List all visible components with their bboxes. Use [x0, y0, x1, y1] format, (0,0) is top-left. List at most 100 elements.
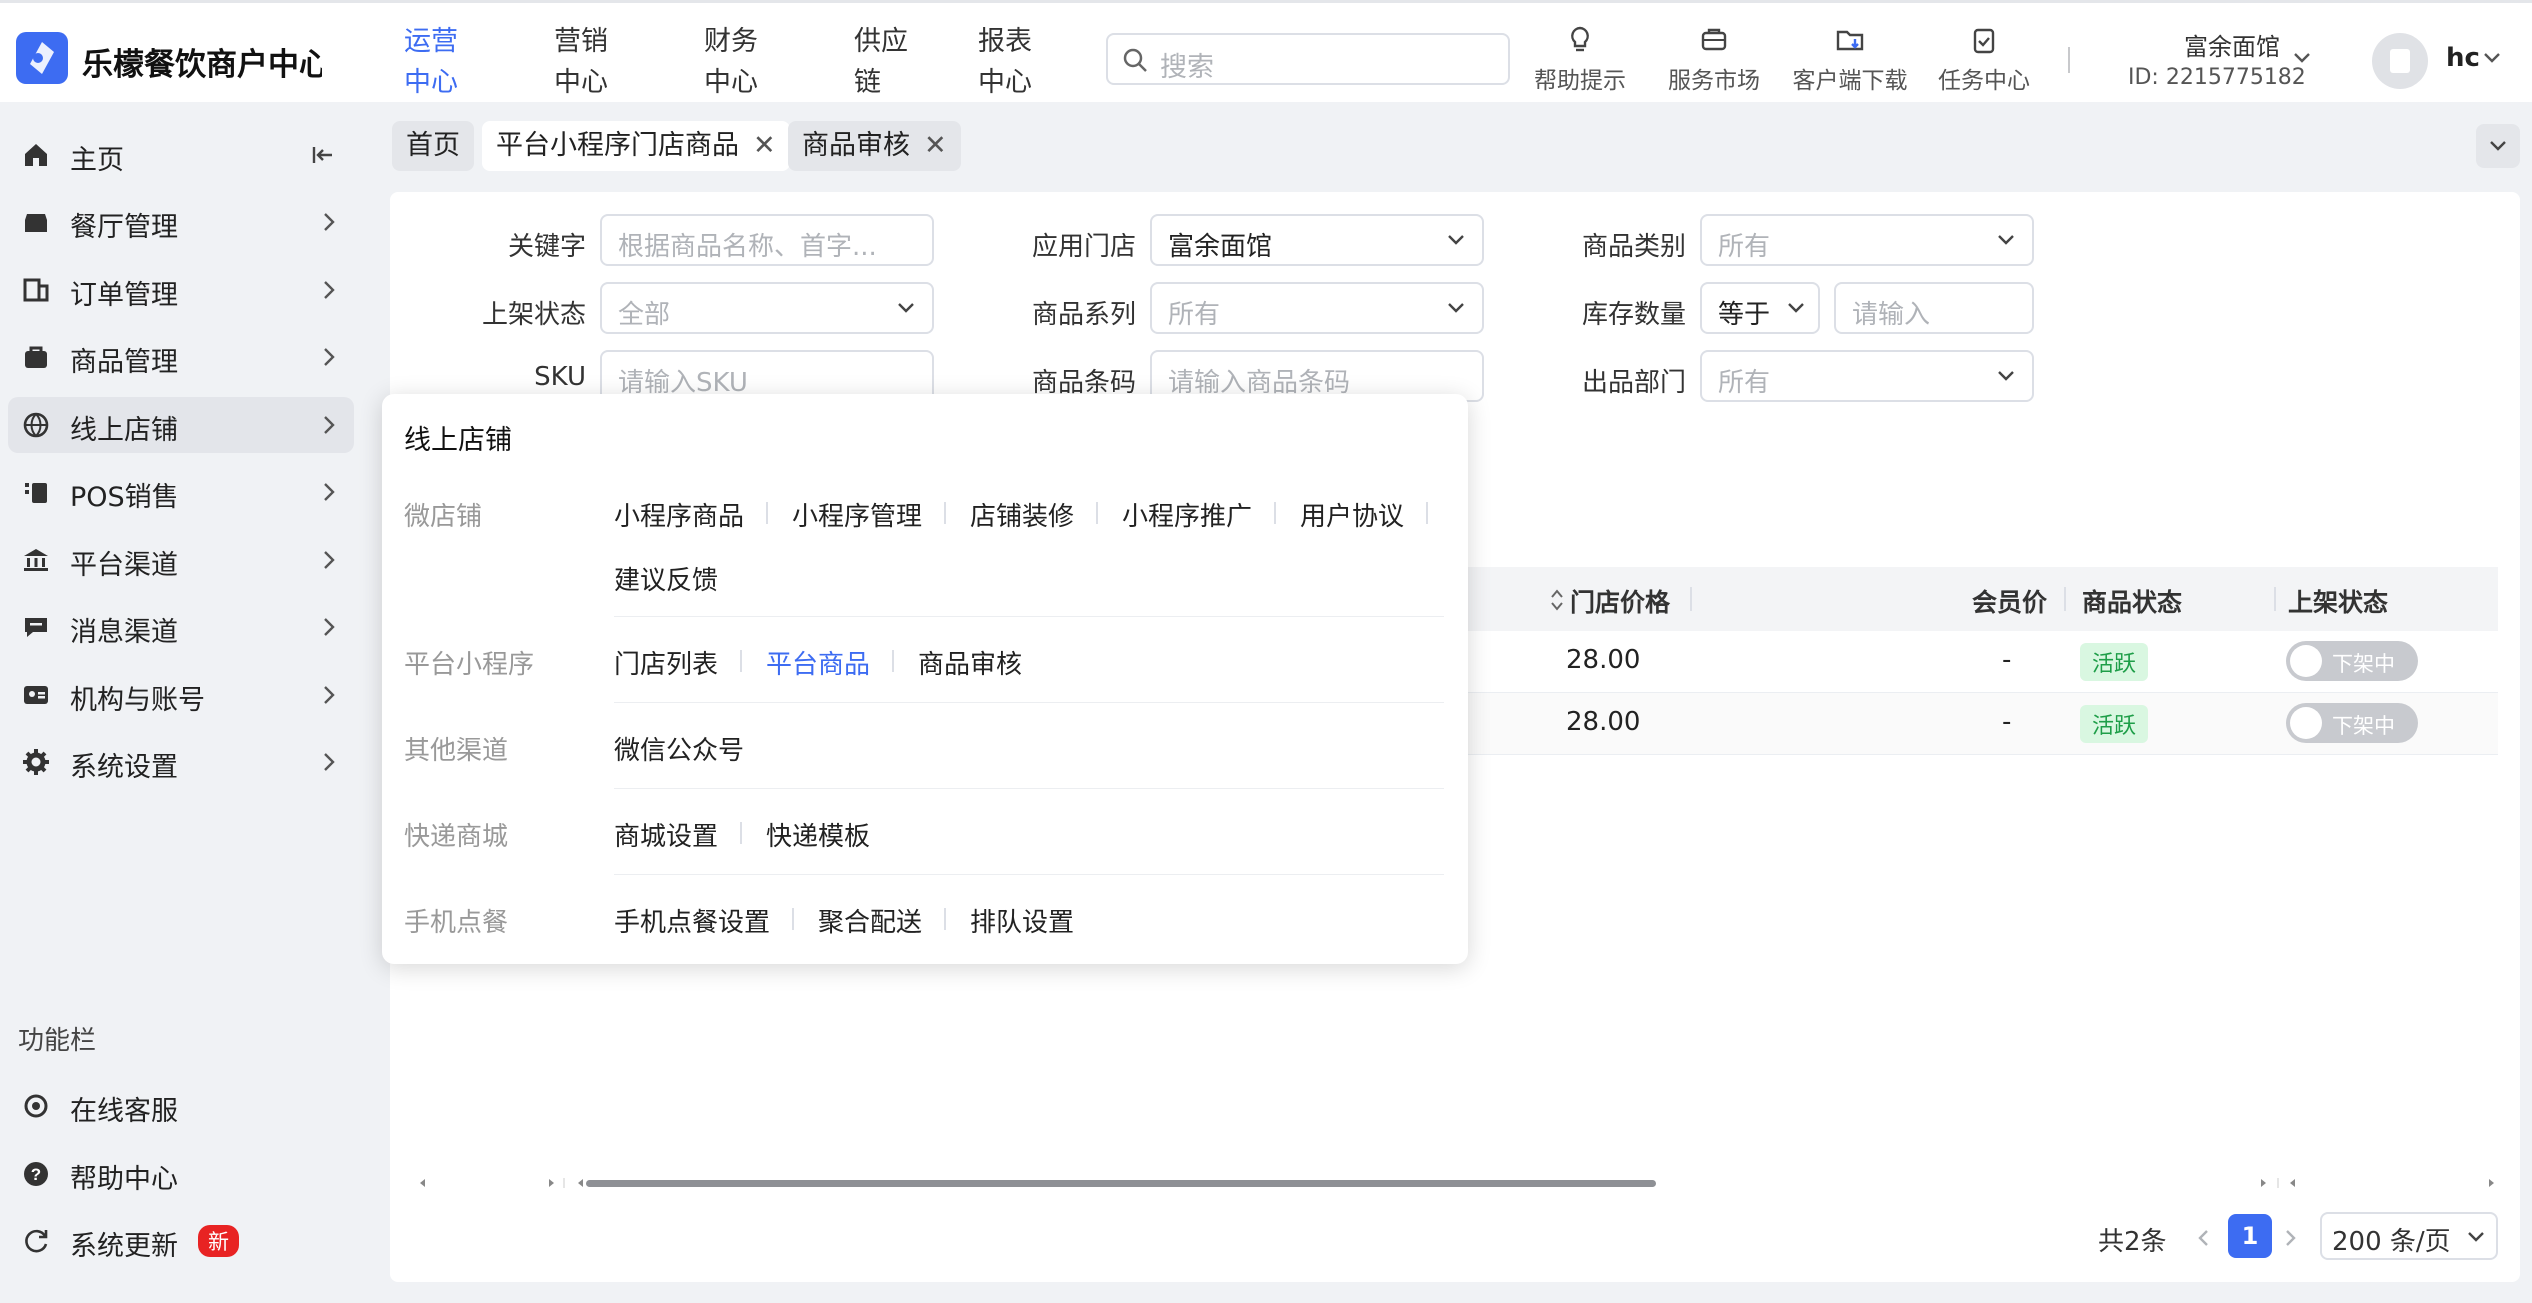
topnav-reports[interactable]: 报表中心: [978, 21, 1058, 103]
flyout-title: 线上店铺: [404, 425, 512, 456]
sidebar-item-online-store[interactable]: 线上店铺: [8, 397, 354, 453]
col-store-price[interactable]: 门店价格: [1570, 583, 1670, 619]
prev-page-icon[interactable]: [2196, 1228, 2210, 1248]
menu-item-feedback[interactable]: 建议反馈: [614, 560, 718, 597]
menu-item-wechat-official[interactable]: 微信公众号: [614, 730, 744, 767]
task-center-button[interactable]: 任务中心: [1934, 25, 2034, 95]
toggle-label: 下架中: [2332, 652, 2395, 676]
page-size-select[interactable]: 200 条/页: [2320, 1212, 2498, 1260]
search-icon: [1122, 47, 1148, 73]
client-download-button[interactable]: 客户端下载: [1788, 25, 1912, 95]
dept-placeholder: 所有: [1718, 368, 1771, 398]
keyword-input[interactable]: 根据商品名称、首字...: [600, 214, 934, 266]
topnav-finance[interactable]: 财务中心: [704, 21, 784, 103]
topnav-operations[interactable]: 运营中心: [404, 21, 484, 103]
toggle-label: 下架中: [2332, 714, 2395, 738]
menu-item-user-agreement[interactable]: 用户协议: [1300, 496, 1404, 533]
sidebar-item-label: 餐厅管理: [70, 212, 178, 243]
clipboard-icon: [1934, 25, 2034, 55]
page-size-value: 200 条/页: [2332, 1227, 2451, 1257]
help-tips-button[interactable]: 帮助提示: [1530, 25, 1630, 95]
tab-product-review[interactable]: 商品审核 ✕: [788, 121, 961, 171]
sidebar-item-settings[interactable]: 系统设置: [8, 734, 354, 790]
chevron-down-icon[interactable]: [2292, 51, 2312, 65]
divider: [614, 616, 1444, 617]
collapse-icon[interactable]: [310, 143, 336, 167]
col-member-price: 会员价: [1972, 588, 2048, 617]
stock-quantity-placeholder: 请输入: [1852, 300, 1931, 330]
menu-item-platform-products[interactable]: 平台商品: [766, 644, 870, 681]
logo-icon: [16, 32, 68, 84]
shelf-status-select[interactable]: 全部: [600, 282, 934, 334]
sidebar-item-restaurant[interactable]: 餐厅管理: [8, 194, 354, 250]
new-badge: 新: [198, 1225, 239, 1257]
sort-icon[interactable]: [1550, 587, 1564, 613]
topnav-marketing[interactable]: 营销中心: [554, 21, 634, 103]
menu-item-mall-settings[interactable]: 商城设置: [614, 816, 718, 853]
menu-item-store-list[interactable]: 门店列表: [614, 644, 718, 681]
col-product-status: 商品状态: [2082, 588, 2183, 617]
sidebar-item-orders[interactable]: 订单管理: [8, 262, 354, 318]
scrollbar-thumb[interactable]: [586, 1180, 1656, 1187]
sidebar-item-home[interactable]: 主页: [8, 127, 354, 183]
search-input[interactable]: 搜索: [1106, 33, 1510, 85]
category-select[interactable]: 所有: [1700, 214, 2034, 266]
member-price-cell: -: [2002, 645, 2012, 675]
keyword-placeholder: 根据商品名称、首字...: [618, 232, 877, 262]
sidebar-item-online-service[interactable]: 在线客服: [8, 1078, 354, 1134]
menu-item-miniprogram-promotion[interactable]: 小程序推广: [1122, 496, 1252, 533]
stock-quantity-input[interactable]: 请输入: [1834, 282, 2034, 334]
menu-item-queue-settings[interactable]: 排队设置: [970, 902, 1074, 939]
group-express-mall: 快递商城: [404, 822, 509, 852]
chevron-down-icon: [1786, 301, 1806, 315]
client-download-label: 客户端下载: [1792, 68, 1908, 94]
app-title: 乐檬餐饮商户中心: [82, 47, 322, 83]
service-market-button[interactable]: 服务市场: [1664, 25, 1764, 95]
next-page-icon[interactable]: [2284, 1228, 2298, 1248]
close-icon[interactable]: ✕: [753, 130, 776, 161]
tab-platform-products[interactable]: 平台小程序门店商品 ✕: [482, 121, 790, 171]
shelf-toggle[interactable]: 下架中: [2286, 703, 2418, 743]
tab-home[interactable]: 首页: [392, 121, 474, 171]
id-card-icon: [22, 681, 50, 709]
store-name[interactable]: 富余面馆: [2184, 27, 2280, 62]
category-label: 商品类别: [1581, 232, 1686, 262]
order-icon: [22, 276, 50, 304]
restaurant-icon: [22, 208, 50, 236]
keyword-label: 关键字: [507, 232, 586, 262]
avatar[interactable]: [2372, 33, 2428, 89]
sidebar-item-label: 帮助中心: [70, 1164, 178, 1195]
user-name[interactable]: hc: [2446, 43, 2480, 73]
product-icon: [22, 343, 50, 371]
close-icon[interactable]: ✕: [924, 130, 947, 161]
menu-item-miniprogram-products[interactable]: 小程序商品: [614, 496, 744, 533]
shelf-toggle[interactable]: 下架中: [2286, 641, 2418, 681]
function-bar-title: 功能栏: [18, 1026, 97, 1056]
menu-item-aggregated-delivery[interactable]: 聚合配送: [818, 902, 922, 939]
sidebar-item-help-center[interactable]: ? 帮助中心: [8, 1146, 354, 1202]
menu-item-miniprogram-manage[interactable]: 小程序管理: [792, 496, 922, 533]
sidebar-item-message[interactable]: 消息渠道: [8, 599, 354, 655]
store-select-value: 富余面馆: [1168, 232, 1273, 262]
sidebar-item-label: 系统设置: [70, 752, 178, 783]
refresh-icon: [22, 1227, 50, 1255]
sidebar-item-system-update[interactable]: 系统更新 新: [8, 1213, 354, 1269]
tabs-menu-button[interactable]: [2476, 124, 2520, 168]
dept-select[interactable]: 所有: [1700, 350, 2034, 402]
menu-item-product-review[interactable]: 商品审核: [918, 644, 1022, 681]
store-select[interactable]: 富余面馆: [1150, 214, 1484, 266]
chevron-down-icon[interactable]: [2482, 51, 2502, 65]
menu-item-express-template[interactable]: 快递模板: [766, 816, 870, 853]
topnav-supply-chain[interactable]: 供应链: [854, 21, 912, 103]
sidebar-item-platform[interactable]: 平台渠道: [8, 532, 354, 588]
separator: [1096, 502, 1098, 524]
chevron-right-icon: [322, 210, 336, 234]
stock-operator-select[interactable]: 等于: [1700, 282, 1820, 334]
menu-item-mobile-order-settings[interactable]: 手机点餐设置: [614, 902, 770, 939]
menu-item-store-decoration[interactable]: 店铺装修: [970, 496, 1074, 533]
page-number-current[interactable]: 1: [2228, 1214, 2272, 1258]
sidebar-item-products[interactable]: 商品管理: [8, 329, 354, 385]
series-select[interactable]: 所有: [1150, 282, 1484, 334]
sidebar-item-org-account[interactable]: 机构与账号: [8, 667, 354, 723]
sidebar-item-pos[interactable]: POS销售: [8, 464, 354, 520]
